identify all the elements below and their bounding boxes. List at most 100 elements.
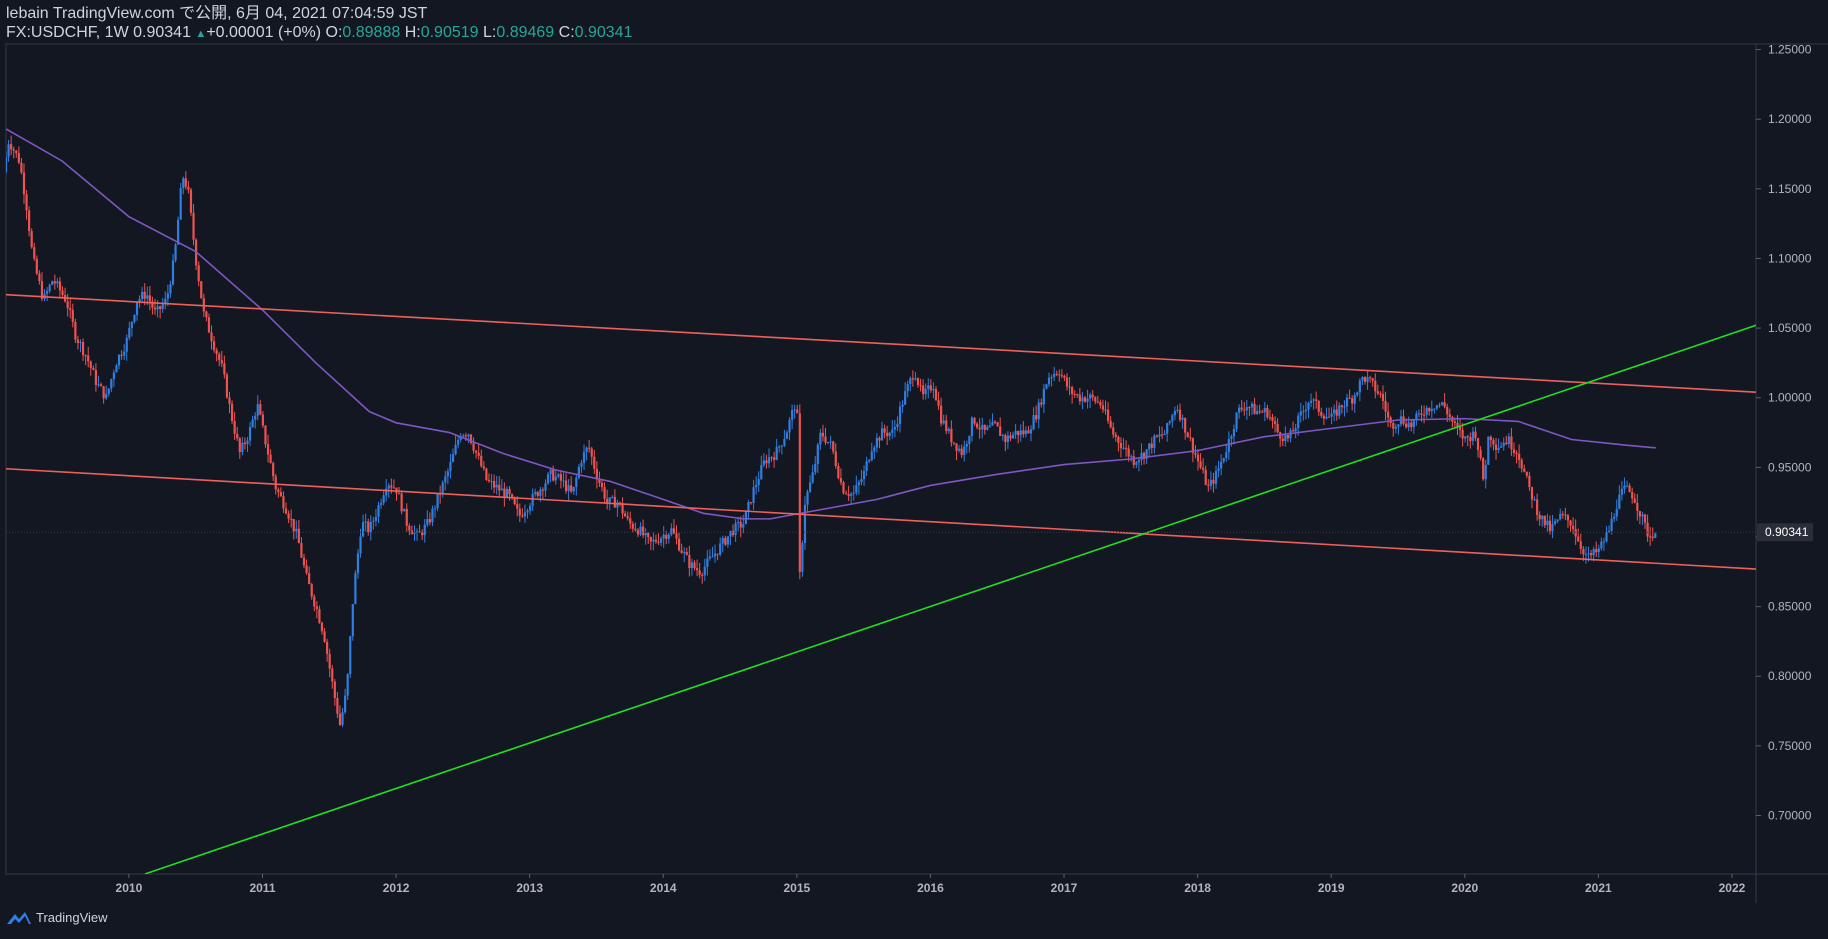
- candle-down: [952, 442, 956, 444]
- candle-up: [808, 482, 812, 492]
- candle-up: [351, 604, 354, 637]
- candle-up: [241, 442, 244, 453]
- candle-down: [765, 460, 768, 464]
- candle-down: [1027, 430, 1030, 434]
- candle-up: [708, 556, 712, 559]
- candle-up: [906, 384, 909, 392]
- candle-up: [374, 516, 378, 521]
- candle-up: [1158, 434, 1161, 437]
- candle-up: [1235, 412, 1238, 430]
- candle-up: [611, 496, 614, 498]
- candle-up: [117, 354, 121, 366]
- candle-down: [10, 144, 13, 150]
- candle-down: [20, 162, 23, 173]
- candle-down: [102, 386, 105, 399]
- candle-down: [33, 247, 36, 259]
- candle-down: [672, 528, 676, 534]
- candle-down: [1132, 456, 1135, 465]
- candle-up: [156, 306, 159, 310]
- candle-down: [1348, 397, 1351, 399]
- candle-up: [1333, 409, 1336, 414]
- candle-up: [968, 435, 971, 445]
- candle-down: [564, 480, 568, 492]
- candle-up: [123, 351, 126, 356]
- candle-down: [1379, 393, 1382, 395]
- candle-down: [1276, 423, 1279, 433]
- candle-up: [1615, 508, 1618, 517]
- candle-up: [1029, 429, 1033, 434]
- candle-up: [1140, 452, 1143, 460]
- candle-down: [1184, 417, 1187, 433]
- plot-layer: [6, 128, 1756, 874]
- candle-up: [1610, 518, 1613, 531]
- candle-up: [248, 426, 252, 441]
- candle-down: [1525, 471, 1528, 476]
- candle-down: [1515, 452, 1518, 454]
- candle-down: [1466, 436, 1469, 438]
- candle-up: [1011, 434, 1015, 439]
- candle-down: [1538, 514, 1541, 520]
- candle-down: [634, 528, 637, 531]
- candle-up: [174, 244, 177, 261]
- candle-up: [1618, 494, 1621, 509]
- candle-up: [431, 508, 434, 523]
- candle-down: [1022, 430, 1025, 435]
- candle-down: [1474, 431, 1477, 439]
- y-tick-label: 0.95000: [1768, 460, 1812, 474]
- candle-down: [320, 622, 324, 632]
- candle-up: [932, 389, 935, 391]
- candle-down: [1101, 405, 1105, 410]
- candle-up: [644, 532, 647, 536]
- candle-down: [336, 698, 339, 714]
- candle-down: [482, 466, 485, 469]
- candle-up: [1312, 399, 1315, 401]
- candle-up: [1620, 488, 1623, 495]
- candle-down: [202, 298, 205, 312]
- candle-up: [719, 543, 722, 555]
- candle-up: [1209, 479, 1212, 486]
- candle-down: [1643, 514, 1647, 523]
- candle-down: [911, 378, 914, 380]
- candle-down: [153, 307, 157, 310]
- candle-down: [1492, 440, 1495, 445]
- x-tick-label: 2021: [1585, 881, 1612, 895]
- candle-down: [503, 488, 506, 498]
- candle-up: [1014, 430, 1017, 435]
- candle-down: [993, 421, 997, 423]
- candle-down: [1651, 536, 1654, 538]
- candle-up: [1214, 470, 1218, 484]
- candle-down: [1186, 432, 1189, 438]
- candle-up: [110, 379, 113, 389]
- candle-down: [1387, 411, 1390, 418]
- candle-down: [120, 354, 123, 356]
- candle-down: [89, 361, 92, 369]
- candle-up: [544, 483, 547, 491]
- candle-up: [1338, 405, 1341, 416]
- candle-down: [945, 420, 948, 432]
- candle-up: [1284, 435, 1287, 441]
- candle-up: [670, 528, 673, 535]
- candle-up: [444, 476, 447, 483]
- candle-up: [105, 393, 108, 399]
- candle-up: [747, 502, 750, 512]
- price-chart[interactable]: 1.25000 1.20000 1.15000 1.10000 1.05000 1.000…: [0, 0, 1828, 939]
- candle-down: [624, 513, 627, 517]
- candle-up: [385, 488, 388, 496]
- candle-down: [1371, 378, 1374, 381]
- candle-down: [1369, 377, 1372, 379]
- candle-down: [1446, 406, 1449, 415]
- candle-down: [739, 521, 742, 528]
- candle-up: [868, 460, 871, 462]
- candle-up: [896, 423, 899, 428]
- candle-up: [1232, 429, 1236, 437]
- candle-down: [428, 519, 431, 523]
- candle-down: [225, 374, 229, 398]
- candle-down: [261, 414, 264, 426]
- candle-up: [79, 342, 82, 344]
- candle-down: [1448, 414, 1451, 417]
- candle-down: [1453, 421, 1457, 423]
- tradingview-branding[interactable]: TradingView: [6, 910, 108, 925]
- candle-down: [844, 493, 848, 495]
- candle-up: [801, 542, 804, 572]
- candle-up: [986, 426, 989, 430]
